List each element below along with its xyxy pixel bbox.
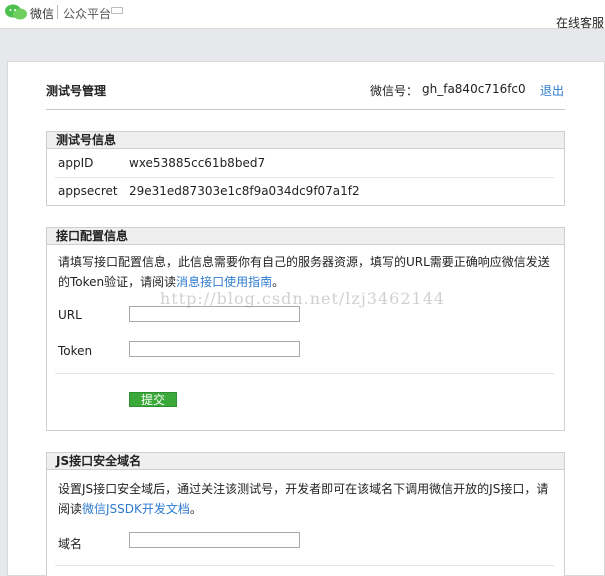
watermark-text: http://blog.csdn.net/lzj3462144 [160,289,446,308]
main-content: 测试号管理 微信号： gh_fa840c716fc0 退出 测试号信息 appI… [7,61,605,576]
appsecret-row: appsecret 29e31ed87303e1c8f9a034dc9f07a1… [47,178,564,206]
header-divider [46,109,565,110]
form-divider [55,373,554,374]
appid-label: appID [58,156,94,170]
url-label: URL [58,308,82,322]
js-domain-title: JS接口安全域名 [47,453,564,470]
brand-separator [57,5,58,19]
top-bar: 微信 公众平台 在线客服 [0,0,605,31]
domain-label: 域名 [58,537,83,551]
js-domain-panel: JS接口安全域名 设置JS接口安全域后，通过关注该测试号，开发者即可在该域名下调… [46,452,565,576]
js-domain-description: 设置JS接口安全域后，通过关注该测试号，开发者即可在该域名下调用微信开放的JS接… [58,479,558,519]
desc-end: 。 [272,275,285,289]
account-value: gh_fa840c716fc0 [422,82,526,96]
domain-divider [55,565,554,566]
appsecret-label: appsecret [58,184,118,198]
url-input[interactable] [129,306,300,322]
js-desc-end: 。 [189,502,202,516]
token-input[interactable] [129,341,300,357]
platform-name: 公众平台 [63,7,112,21]
page-title: 测试号管理 [46,84,107,98]
wechat-logo-icon[interactable] [4,3,28,21]
appid-value: wxe53885cc61b8bed7 [129,156,266,170]
interface-config-title: 接口配置信息 [47,228,564,245]
desc-text-1: 请填写接口配置信息，此信息需要你有自己的服务器资源，填写的URL需要正确响应微信… [58,255,550,269]
token-label: Token [58,344,93,358]
submit-button[interactable]: 提交 [129,392,177,407]
test-account-title: 测试号信息 [47,132,564,149]
interface-config-panel: 接口配置信息 请填写接口配置信息，此信息需要你有自己的服务器资源，填写的URL需… [46,227,565,431]
online-service-link[interactable]: 在线客服 [556,14,604,31]
account-label: 微信号： [370,84,419,98]
domain-input[interactable] [129,532,300,548]
jssdk-doc-link[interactable]: 微信JSSDK开发文档 [82,502,190,516]
interface-config-description: 请填写接口配置信息，此信息需要你有自己的服务器资源，填写的URL需要正确响应微信… [58,252,558,292]
js-desc-text-2: 阅读 [58,502,83,516]
js-desc-text-1: 设置JS接口安全域后，通过关注该测试号，开发者即可在该域名下调用微信开放的JS接… [58,482,549,496]
desc-text-2: 的Token验证，请阅读 [58,275,177,289]
appid-row: appID wxe53885cc61b8bed7 [47,150,564,178]
beta-badge [111,7,123,14]
logout-link[interactable]: 退出 [540,82,564,99]
appsecret-value: 29e31ed87303e1c8f9a034dc9f07a1f2 [129,184,360,198]
brand-name: 微信 [30,7,55,21]
test-account-panel: 测试号信息 appID wxe53885cc61b8bed7 appsecret… [46,131,565,206]
message-guide-link[interactable]: 消息接口使用指南 [176,275,272,289]
